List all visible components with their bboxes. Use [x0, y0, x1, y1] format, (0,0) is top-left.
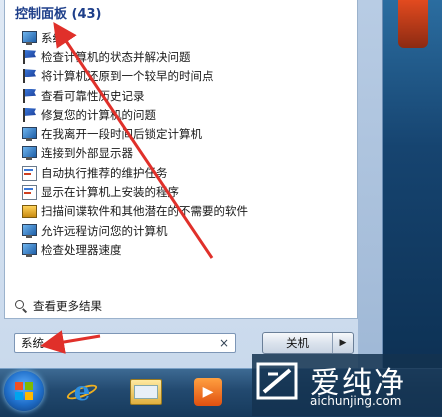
result-item-scan-spyware[interactable]: 扫描间谍软件和其他潜在的不需要的软件	[21, 202, 248, 221]
flag-icon	[21, 88, 37, 104]
result-label: 允许远程访问您的计算机	[41, 223, 168, 238]
result-item-external-display[interactable]: 连接到外部显示器	[21, 144, 248, 163]
result-label: 显示在计算机上安装的程序	[41, 185, 179, 200]
result-label: 在我离开一段时间后锁定计算机	[41, 127, 202, 142]
monitor-icon	[21, 145, 37, 161]
results-list: 系统 检查计算机的状态并解决问题 将计算机还原到一个较早的时间点 查看可靠性历史…	[21, 28, 248, 260]
result-item-installed-programs[interactable]: 显示在计算机上安装的程序	[21, 182, 248, 201]
result-label: 查看可靠性历史记录	[41, 88, 145, 103]
watermark-logo-icon	[256, 362, 298, 400]
taskbar-media-player[interactable]: ▶	[186, 373, 230, 411]
shutdown-button[interactable]: 关机	[263, 333, 333, 353]
result-label: 将计算机还原到一个较早的时间点	[41, 69, 214, 84]
result-label: 检查处理器速度	[41, 242, 122, 257]
result-item-repair[interactable]: 修复您的计算机的问题	[21, 105, 248, 124]
flag-icon	[21, 68, 37, 84]
results-group-header[interactable]: 控制面板 (43)	[15, 3, 102, 22]
shutdown-options-arrow-icon[interactable]: ▶	[333, 333, 353, 353]
search-results-pane: 控制面板 (43) 系统 检查计算机的状态并解决问题 将计算机还原到一个较早的时…	[4, 0, 358, 319]
monitor-icon	[21, 242, 37, 258]
monitor-icon	[21, 223, 37, 239]
media-player-icon: ▶	[194, 378, 222, 406]
flag-icon	[21, 49, 37, 65]
desktop-decoration	[398, 0, 428, 48]
see-more-label: 查看更多结果	[33, 299, 102, 313]
shutdown-button-group: 关机 ▶	[262, 332, 354, 354]
search-input[interactable]	[21, 336, 219, 350]
monitor-icon	[21, 126, 37, 142]
see-more-results-link[interactable]: 查看更多结果	[15, 298, 102, 314]
result-item-lock[interactable]: 在我离开一段时间后锁定计算机	[21, 124, 248, 143]
watermark-url: aichunjing.com	[310, 394, 402, 408]
windows-logo-icon	[15, 382, 33, 400]
clear-icon[interactable]: ×	[219, 336, 229, 350]
site-watermark: 爱纯净 aichunjing.com	[252, 354, 442, 416]
result-label: 自动执行推荐的维护任务	[41, 165, 168, 180]
search-icon	[15, 300, 27, 312]
task-icon	[21, 165, 37, 181]
result-label: 连接到外部显示器	[41, 146, 133, 161]
folder-icon	[130, 379, 162, 405]
result-item-restore[interactable]: 将计算机还原到一个较早的时间点	[21, 67, 248, 86]
result-item-maintenance[interactable]: 自动执行推荐的维护任务	[21, 163, 248, 182]
desktop-background	[380, 0, 442, 368]
flag-icon	[21, 107, 37, 123]
result-label: 扫描间谍软件和其他潜在的不需要的软件	[41, 204, 248, 219]
taskbar-internet-explorer[interactable]: e	[60, 373, 104, 411]
taskbar-windows-explorer[interactable]	[124, 373, 168, 411]
result-item-reliability[interactable]: 查看可靠性历史记录	[21, 86, 248, 105]
start-button[interactable]	[4, 371, 44, 411]
result-item-check-status[interactable]: 检查计算机的状态并解决问题	[21, 47, 248, 66]
result-label: 检查计算机的状态并解决问题	[41, 49, 191, 64]
result-item-processor-speed[interactable]: 检查处理器速度	[21, 240, 248, 259]
start-menu-right-column	[358, 0, 382, 368]
result-item-system[interactable]: 系统	[21, 28, 248, 47]
result-label: 修复您的计算机的问题	[41, 107, 156, 122]
result-label: 系统	[41, 30, 64, 45]
task-icon	[21, 184, 37, 201]
internet-explorer-icon: e	[73, 377, 91, 407]
monitor-icon	[21, 30, 37, 46]
result-item-remote-access[interactable]: 允许远程访问您的计算机	[21, 221, 248, 240]
search-box[interactable]: ×	[14, 333, 236, 353]
start-menu: 控制面板 (43) 系统 检查计算机的状态并解决问题 将计算机还原到一个较早的时…	[0, 0, 383, 368]
scan-icon	[21, 203, 37, 219]
